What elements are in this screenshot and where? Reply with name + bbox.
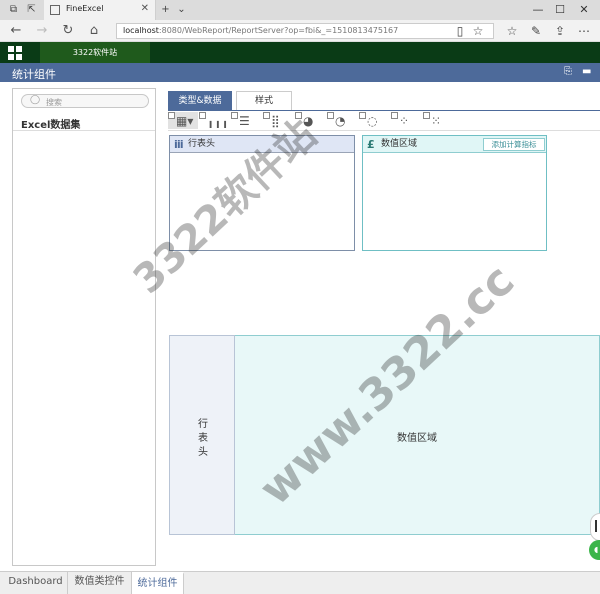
tab-actions-icon[interactable]: ⧉ [8, 4, 19, 15]
row-header-dropzone[interactable]: ⅲ 行表头 [169, 135, 355, 251]
chart-type-checkbox[interactable] [295, 112, 302, 119]
preview-row-header: 行表头 [169, 335, 235, 535]
side-handle-button[interactable] [590, 513, 600, 541]
url-host: localhost [123, 26, 159, 35]
back-icon[interactable]: ← [8, 23, 24, 39]
chart-type-checkbox[interactable] [263, 112, 270, 119]
favorites-hub-icon[interactable]: ☆ [504, 23, 520, 39]
bubble-chart-icon: ⁘ [399, 114, 410, 128]
web-note-icon[interactable]: ✎ [528, 23, 544, 39]
tab-list-icon[interactable]: ⌄ [176, 4, 187, 15]
app-top-bar: 3322软件站 [0, 42, 600, 63]
component-header: 统计组件 ⎘ ▬ [0, 63, 600, 82]
more-icon[interactable]: ⋯ [576, 23, 592, 39]
tab-type-data[interactable]: 类型&数据 [168, 91, 232, 111]
refresh-icon[interactable]: ↻ [60, 23, 76, 39]
pie-chart-icon: ◕ [303, 114, 314, 128]
search-input[interactable]: ◯ 搜索 [21, 94, 149, 108]
search-placeholder: 搜索 [46, 98, 62, 107]
donut-chart-icon: ◌ [367, 114, 378, 128]
reading-view-icon[interactable]: ▯ [452, 23, 468, 39]
chart-type-checkbox[interactable] [231, 112, 238, 119]
dataset-item[interactable]: Excel数据集 [13, 113, 155, 131]
favorite-star-icon[interactable]: ☆ [470, 23, 486, 39]
chart-type-selector: ▦▾ ╻╻╻ ☰ ⣿ ◕ ◔ ◌ ⁘ ⁙ [168, 112, 600, 130]
browser-tab-title: FineExcel [66, 4, 104, 13]
component-title: 统计组件 [12, 68, 56, 81]
chart-type-bubble[interactable]: ⁘ [391, 112, 417, 129]
chart-type-donut[interactable]: ◌ [359, 112, 385, 129]
minimize-icon[interactable]: — [530, 3, 546, 16]
preview-row-label: 行表头 [198, 419, 208, 458]
bar-chart-icon: ╻╻╻ [207, 114, 229, 128]
search-icon: ◯ [30, 95, 41, 105]
data-source-panel: ◯ 搜索 Excel数据集 [12, 88, 156, 566]
close-tab-icon[interactable]: ✕ [141, 3, 149, 14]
page-icon [50, 5, 60, 15]
tab-divider [168, 110, 600, 111]
row-header-label: 行表头 [188, 139, 216, 149]
chart-type-pie[interactable]: ◕ [295, 112, 321, 129]
chart-type-stacked[interactable]: ⣿ [263, 112, 289, 129]
gauge-icon: ◔ [335, 114, 346, 128]
chart-type-table[interactable]: ▦▾ [168, 112, 198, 129]
address-bar: ← → ↻ ⌂ localhost:8080/WebReport/ReportS… [0, 20, 600, 42]
chart-type-checkbox[interactable] [327, 112, 334, 119]
share-icon[interactable]: ⇪ [552, 23, 568, 39]
table-icon: ▦▾ [176, 114, 194, 128]
value-area-label: 数值区域 [381, 139, 418, 149]
chart-type-checkbox[interactable] [199, 112, 206, 119]
bottom-tab-bar: Dashboard 数值类控件 统计组件 [0, 571, 600, 594]
value-area-dropzone[interactable]: £ 数值区域 添加计算指标 [362, 135, 547, 251]
scatter-chart-icon: ⁙ [431, 114, 442, 128]
browser-tab[interactable]: FineExcel ✕ [44, 0, 156, 20]
row-header-dropzone-header: ⅲ 行表头 [170, 136, 354, 153]
stacked-bar-icon: ⣿ [271, 114, 280, 128]
chart-type-bar[interactable]: ╻╻╻ [199, 112, 229, 129]
save-exit-icon[interactable]: ⎘ [564, 66, 572, 77]
preview-value-area: 数值区域 [235, 335, 600, 535]
row-header-icon: ⅲ [174, 138, 184, 151]
forward-icon[interactable]: → [34, 23, 50, 39]
new-tab-icon[interactable]: + [160, 4, 171, 15]
chart-type-checkbox[interactable] [423, 112, 430, 119]
preview-value-label: 数值区域 [397, 433, 437, 444]
chart-type-checkbox[interactable] [359, 112, 366, 119]
window-close-icon[interactable]: ✕ [576, 3, 592, 16]
url-path: :8080/WebReport/ReportServer?op=fbi&_=15… [158, 26, 399, 35]
app-grid-icon[interactable] [8, 46, 22, 60]
bottom-tab-dashboard[interactable]: Dashboard [4, 572, 68, 594]
browser-tab-bar: ⧉ ⇱ FineExcel ✕ + ⌄ — ☐ ✕ [0, 0, 600, 20]
site-tab[interactable]: 3322软件站 [40, 42, 150, 63]
hbar-chart-icon: ☰ [239, 114, 250, 128]
chart-type-checkbox[interactable] [391, 112, 398, 119]
home-icon[interactable]: ⌂ [86, 23, 102, 39]
tab-aside-icon[interactable]: ⇱ [26, 4, 37, 15]
value-area-dropzone-header: £ 数值区域 添加计算指标 [363, 136, 546, 153]
bottom-tab-value-widgets[interactable]: 数值类控件 [68, 572, 132, 594]
maximize-icon[interactable]: ☐ [552, 3, 568, 16]
add-calc-metric-button[interactable]: 添加计算指标 [483, 138, 545, 151]
chart-type-scatter[interactable]: ⁙ [423, 112, 449, 129]
minimize-panel-icon[interactable]: ▬ [582, 66, 591, 77]
url-field[interactable]: localhost:8080/WebReport/ReportServer?op… [116, 23, 494, 39]
chart-type-checkbox[interactable] [168, 112, 175, 119]
chart-type-gauge[interactable]: ◔ [327, 112, 353, 129]
tab-style[interactable]: 样式 [236, 91, 292, 111]
chart-type-hbar[interactable]: ☰ [231, 112, 257, 129]
value-area-icon: £ [367, 138, 375, 151]
bottom-tab-statistics[interactable]: 统计组件 [132, 572, 184, 594]
